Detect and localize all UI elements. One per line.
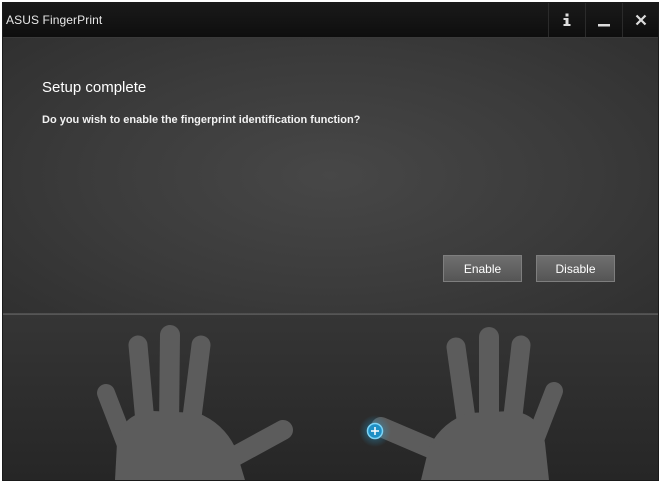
plus-circle-icon bbox=[366, 422, 384, 440]
close-button[interactable] bbox=[622, 3, 658, 37]
info-icon bbox=[561, 13, 573, 27]
minimize-icon bbox=[598, 13, 610, 27]
info-button[interactable] bbox=[548, 3, 585, 37]
finger-selector-button[interactable] bbox=[359, 415, 391, 447]
page-title: Setup complete bbox=[42, 79, 147, 96]
window-title: ASUS FingerPrint bbox=[6, 13, 103, 27]
right-hand-icon bbox=[371, 327, 563, 480]
app-window: ASUS FingerPrint Setup complete Do you w… bbox=[3, 3, 658, 480]
enable-button[interactable]: Enable bbox=[443, 255, 522, 282]
close-icon bbox=[635, 14, 647, 26]
minimize-button[interactable] bbox=[585, 3, 622, 37]
left-hand-icon bbox=[97, 325, 293, 480]
setup-panel: Setup complete Do you wish to enable the… bbox=[3, 38, 658, 313]
hands-panel bbox=[3, 315, 658, 480]
title-bar[interactable]: ASUS FingerPrint bbox=[3, 3, 658, 38]
disable-button[interactable]: Disable bbox=[536, 255, 615, 282]
enable-question: Do you wish to enable the fingerprint id… bbox=[42, 114, 361, 126]
